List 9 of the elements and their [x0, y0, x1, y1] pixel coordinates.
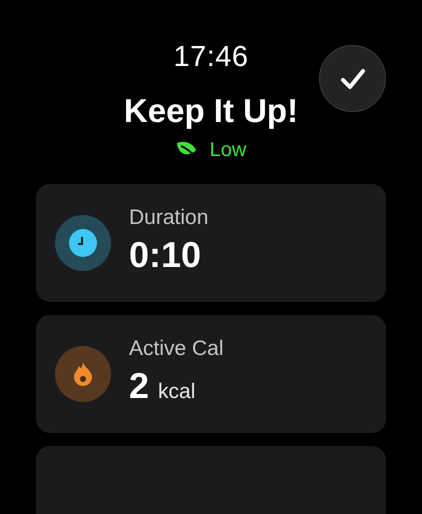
- metric-value: 2: [129, 364, 150, 408]
- metric-label: Active Cal: [129, 336, 224, 362]
- clock-time: 17:46: [173, 40, 249, 74]
- metric-label: Duration: [129, 205, 208, 231]
- checkmark-icon: [340, 68, 366, 90]
- metric-unit: kcal: [158, 380, 196, 404]
- title: Keep It Up!: [124, 92, 298, 130]
- intensity-label: Low: [210, 138, 246, 162]
- metric-value: 0:10: [129, 233, 202, 277]
